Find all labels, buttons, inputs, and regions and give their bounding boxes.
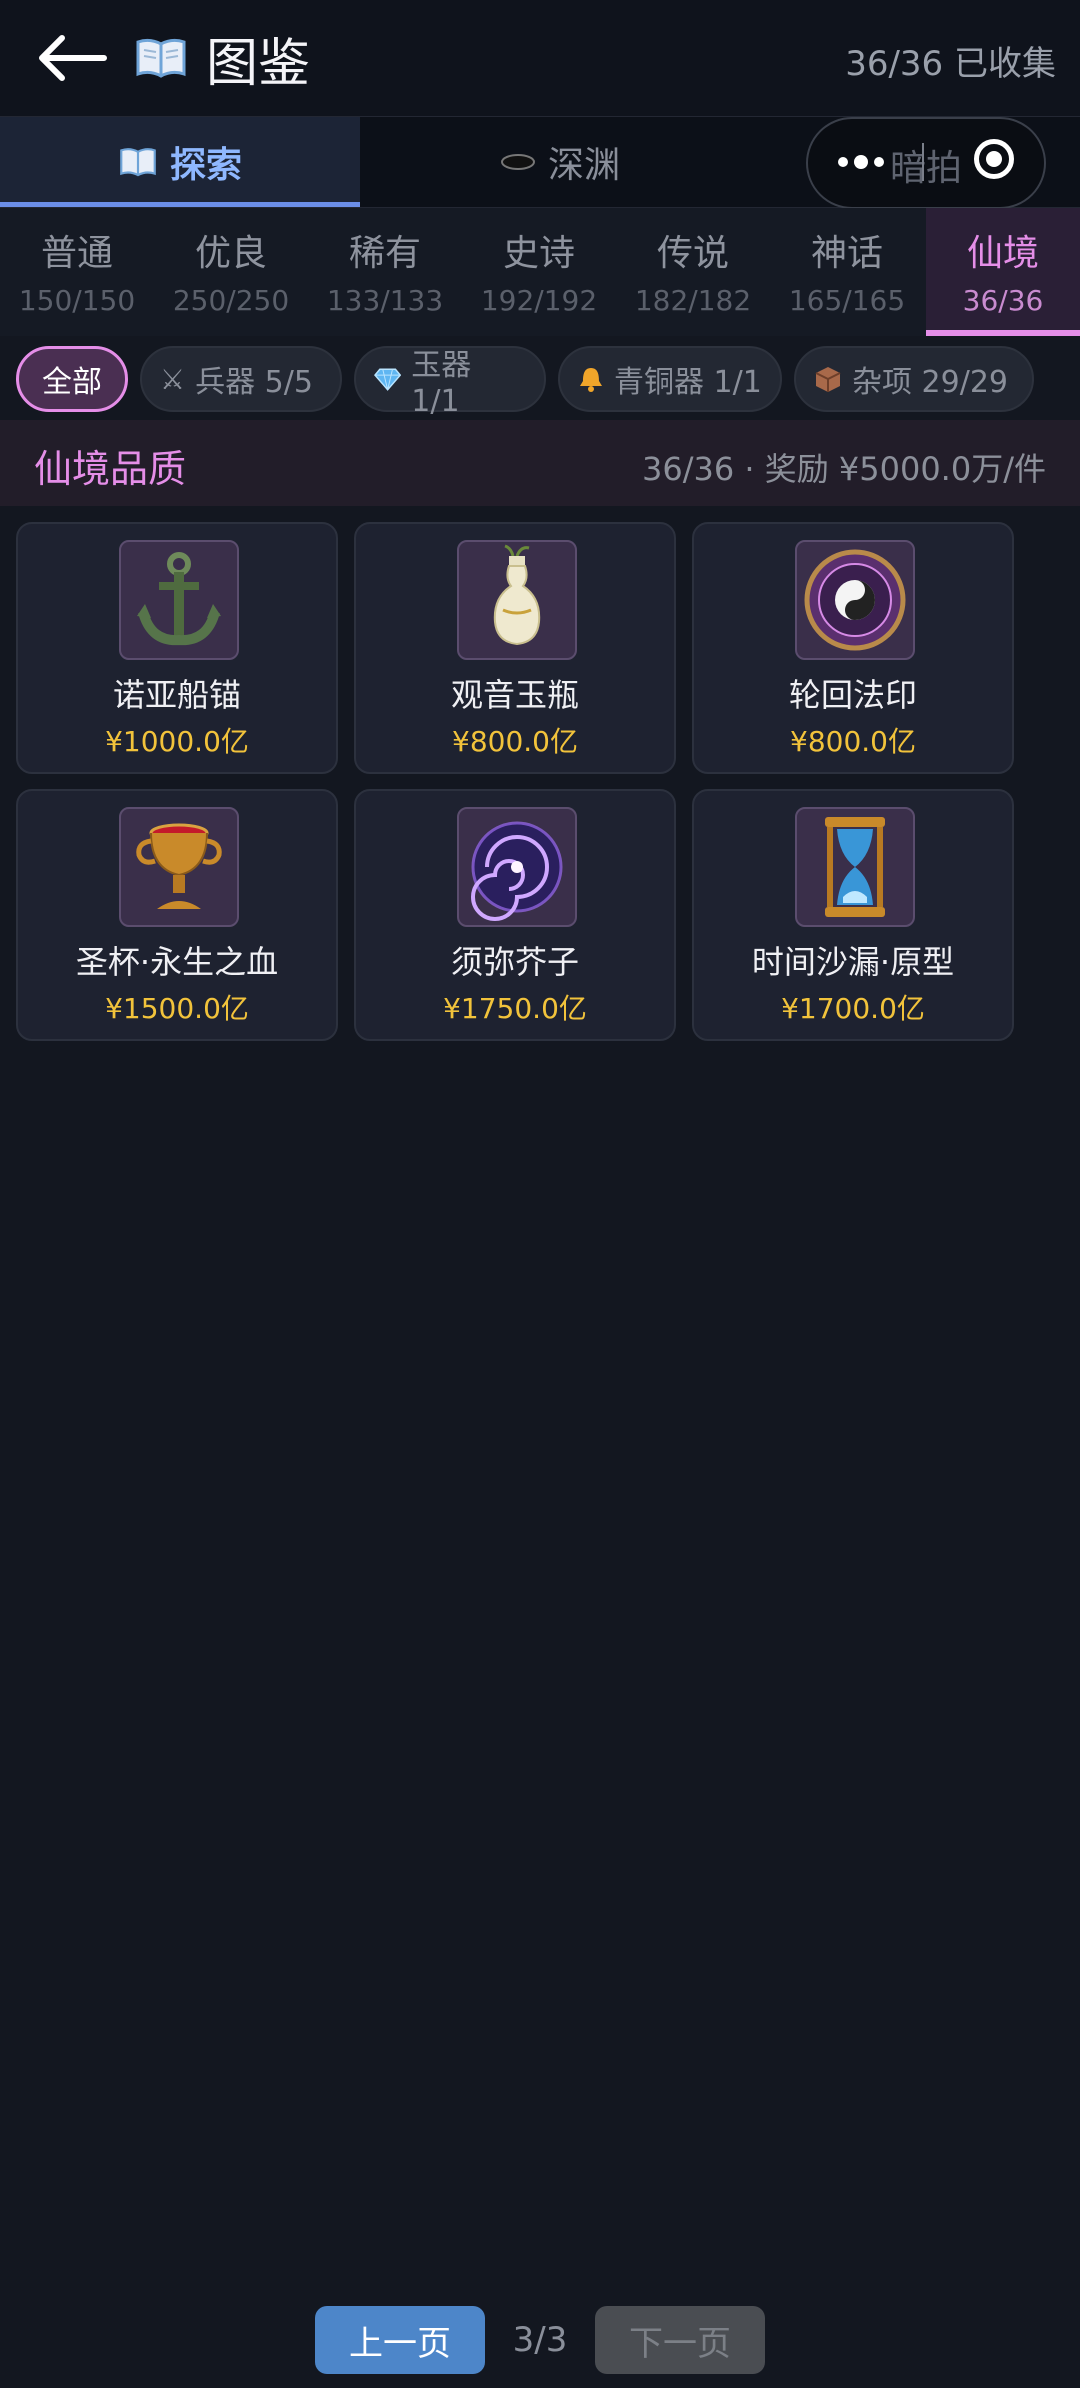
next-page-button[interactable]: 下一页 (595, 2306, 765, 2374)
divider (922, 143, 924, 181)
page-indicator: 3/3 (512, 2320, 568, 2360)
dark-hole-icon (500, 154, 535, 170)
rarity-count: 36/36 (962, 284, 1044, 317)
mode-tabs: 探索 深渊 暗拍 (0, 116, 1080, 209)
rarity-tabs: 普通 150/150 优良 250/250 稀有 133/133 史诗 192/… (0, 208, 1080, 336)
filter-label: 玉器 1/1 (411, 347, 472, 419)
rarity-name: 普通 (40, 233, 113, 274)
item-card[interactable]: 观音玉瓶 ¥800.0亿 (354, 522, 676, 774)
galaxy-orb-icon (471, 821, 563, 921)
section-reward-info: 36/36 · 奖励 ¥5000.0万/件 (641, 450, 1046, 488)
rarity-count: 150/150 (18, 284, 136, 317)
prev-page-button[interactable]: 上一页 (315, 2306, 485, 2374)
pagination: 上一页 3/3 下一页 (0, 2306, 1080, 2376)
filter-chip-bronze[interactable]: 青铜器 1/1 (558, 346, 782, 412)
tab-abyss[interactable]: 深渊 (360, 117, 760, 207)
item-name: 诺亚船锚 (112, 676, 241, 714)
rarity-tab-rare[interactable]: 稀有 133/133 (308, 208, 462, 336)
item-price: ¥1000.0亿 (105, 725, 249, 758)
item-thumbnail (457, 807, 577, 927)
rarity-name: 神话 (810, 233, 883, 274)
filter-chip-all[interactable]: 全部 (16, 346, 128, 412)
filter-label: 杂项 29/29 (852, 365, 1008, 400)
filter-label: 兵器 5/5 (195, 365, 313, 400)
collected-count: 36/36 已收集 (845, 44, 1056, 84)
rarity-tab-good[interactable]: 优良 250/250 (154, 208, 308, 336)
section-title: 仙境品质 (34, 447, 187, 491)
rarity-count: 133/133 (326, 284, 444, 317)
rarity-count: 182/182 (634, 284, 752, 317)
rarity-tab-common[interactable]: 普通 150/150 (0, 208, 154, 336)
arrow-left-icon[interactable] (34, 30, 114, 86)
rarity-name: 仙境 (966, 233, 1039, 274)
filter-label: 全部 (42, 365, 102, 400)
bell-icon (580, 368, 602, 392)
tab-abyss-label: 深渊 (547, 145, 620, 186)
anchor-icon (137, 552, 221, 646)
filter-chip-misc[interactable]: 杂项 29/29 (794, 346, 1034, 412)
item-name: 须弥芥子 (450, 943, 579, 981)
item-card[interactable]: 诺亚船锚 ¥1000.0亿 (16, 522, 338, 774)
more-dots-icon[interactable] (838, 155, 884, 169)
active-tab-indicator (0, 202, 360, 207)
tab-explore-label: 探索 (169, 145, 242, 186)
item-name: 圣杯·永生之血 (75, 943, 279, 981)
item-thumbnail (457, 540, 577, 660)
item-name: 观音玉瓶 (450, 676, 579, 714)
open-book-icon (120, 148, 156, 177)
quality-section-header: 仙境品质 36/36 · 奖励 ¥5000.0万/件 (0, 420, 1080, 506)
rarity-count: 250/250 (172, 284, 290, 317)
box-icon (815, 367, 841, 392)
item-card[interactable]: 圣杯·永生之血 ¥1500.0亿 (16, 789, 338, 1041)
hourglass-icon (825, 817, 885, 917)
category-filters: 全部 ⚔ 兵器 5/5 玉器 1/1 青铜器 1/1 杂项 29/29 (0, 336, 1080, 420)
item-price: ¥1700.0亿 (781, 992, 925, 1025)
item-price: ¥1500.0亿 (105, 992, 249, 1025)
item-card[interactable]: 时间沙漏·原型 ¥1700.0亿 (692, 789, 1014, 1041)
rarity-name: 稀有 (348, 233, 421, 274)
item-price: ¥800.0亿 (790, 725, 916, 758)
rarity-name: 优良 (194, 233, 267, 274)
item-thumbnail (795, 807, 915, 927)
rarity-name: 史诗 (502, 233, 575, 274)
target-circle-icon[interactable] (974, 139, 1014, 179)
rarity-tab-legend[interactable]: 传说 182/182 (616, 208, 770, 336)
open-book-icon (136, 38, 186, 78)
item-price: ¥800.0亿 (452, 725, 578, 758)
tab-explore[interactable]: 探索 (0, 117, 360, 207)
item-thumbnail (119, 807, 239, 927)
jade-vase-icon (493, 544, 541, 646)
item-name: 时间沙漏·原型 (751, 943, 955, 981)
auction-label[interactable]: 暗拍 (890, 139, 962, 191)
rarity-tab-myth[interactable]: 神话 165/165 (770, 208, 924, 336)
rarity-count: 192/192 (480, 284, 598, 317)
item-card[interactable]: 轮回法印 ¥800.0亿 (692, 522, 1014, 774)
auction-pill[interactable]: 暗拍 (806, 117, 1046, 209)
rarity-count: 165/165 (788, 284, 906, 317)
rarity-name: 传说 (656, 233, 729, 274)
filter-label: 青铜器 1/1 (614, 365, 762, 400)
top-bar: 图鉴 36/36 已收集 (0, 0, 1080, 116)
item-thumbnail (795, 540, 915, 660)
filter-chip-jade[interactable]: 玉器 1/1 (354, 346, 546, 419)
gem-icon (374, 368, 402, 391)
item-thumbnail (119, 540, 239, 660)
rarity-tab-wonderland[interactable]: 仙境 36/36 (926, 208, 1080, 336)
item-name: 轮回法印 (788, 676, 917, 714)
yin-yang-seal-icon (804, 549, 906, 651)
title-group: 图鉴 (134, 28, 310, 94)
page-title: 图鉴 (206, 33, 311, 94)
filter-chip-weapons[interactable]: ⚔ 兵器 5/5 (140, 346, 342, 412)
item-card[interactable]: 须弥芥子 ¥1750.0亿 (354, 789, 676, 1041)
item-price: ¥1750.0亿 (443, 992, 587, 1025)
holy-grail-icon (136, 823, 222, 909)
rarity-tab-epic[interactable]: 史诗 192/192 (462, 208, 616, 336)
crossed-swords-icon: ⚔ (160, 362, 186, 396)
